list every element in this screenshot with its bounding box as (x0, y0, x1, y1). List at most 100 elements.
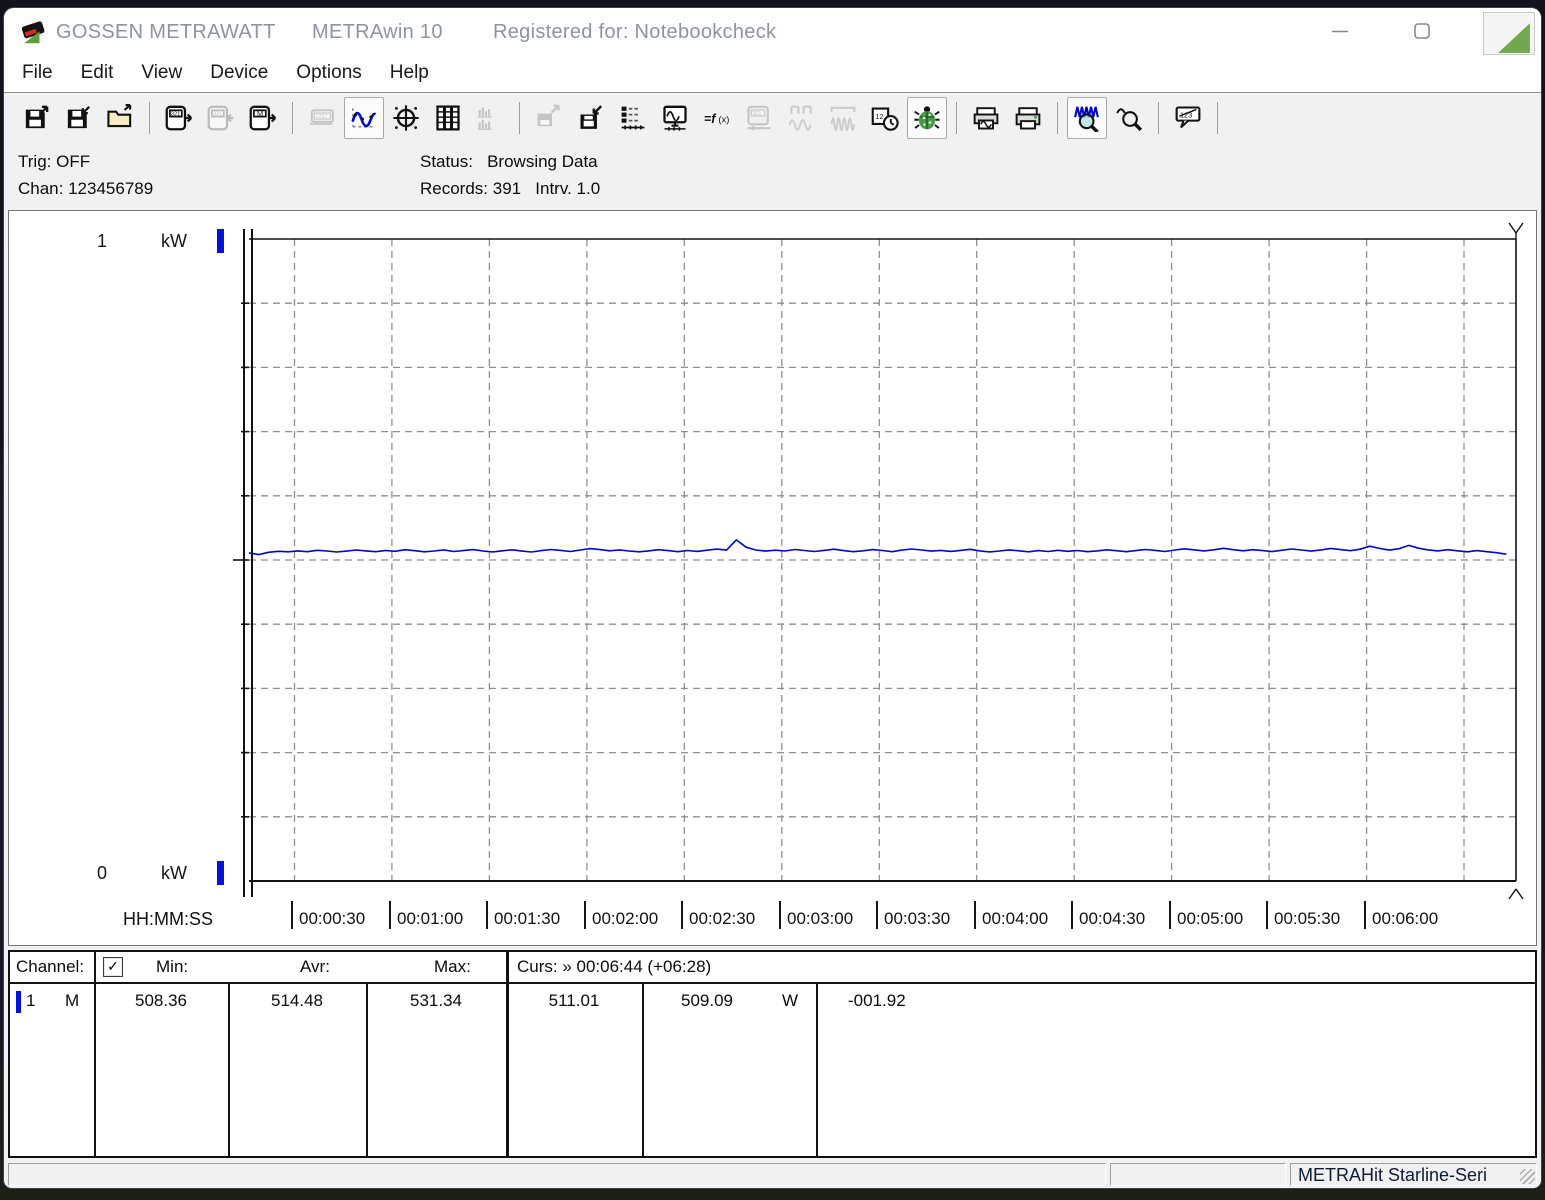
green-triangle-logo-icon (1498, 23, 1530, 53)
save-icon (22, 104, 50, 132)
menu-bar: File Edit View Device Options Help (4, 54, 1541, 93)
cell-min: 508.36 (135, 991, 187, 1010)
read-device-memory-icon: 321 (165, 104, 193, 132)
title-registration: Registered for: Notebookcheck (493, 21, 777, 43)
title-bar[interactable]: GOSSEN METRAWATT METRAwin 10 Registered … (4, 8, 1541, 54)
header-min: Min: (156, 957, 189, 976)
open-file-button[interactable] (100, 97, 140, 139)
print-button[interactable] (1008, 97, 1048, 139)
device-settings-button[interactable]: 321 (739, 97, 779, 139)
yt-chart-view-icon (350, 104, 378, 132)
channel-list: Chan: 123456789 (18, 179, 154, 198)
analog-inputs-button[interactable] (781, 97, 821, 139)
header-max: Max: (434, 957, 471, 976)
maximize-button[interactable] (1399, 10, 1445, 52)
x-tick-label: 00:02:30 (681, 901, 755, 929)
channel-visible-checkbox[interactable]: ✓ (103, 957, 123, 977)
open-file-icon (106, 103, 134, 132)
menu-item-edit[interactable]: Edit (67, 54, 128, 92)
cell-cursor1-value: 511.01 (548, 991, 600, 1010)
title-app-name: METRAwin 10 (312, 21, 443, 43)
resize-grip[interactable] (1520, 1169, 1535, 1184)
x-tick-label: 00:02:00 (584, 901, 658, 929)
x-tick-label: 00:04:00 (974, 901, 1048, 929)
time-settings-icon: 12 (871, 104, 899, 132)
menu-item-help[interactable]: Help (376, 54, 443, 92)
toolbar-separator (1217, 101, 1218, 134)
cell-cursor-delta: -001.92 (848, 991, 906, 1010)
xy-view-icon (392, 104, 420, 132)
svg-text:321: 321 (213, 111, 223, 117)
svg-text:12: 12 (876, 114, 884, 121)
x-tick-label: 00:06:00 (1364, 901, 1438, 929)
cell-channel-mode: M (65, 991, 80, 1010)
table-view-icon (434, 104, 462, 132)
minimize-icon (1332, 30, 1348, 33)
y-axis-max-label: 1 (97, 231, 108, 251)
read-device-memory-button[interactable]: 321 (159, 97, 199, 139)
chart-panel: 1 kW 0 kW HH:MM:SS 00:00:30 00:01:00 00:01… (8, 210, 1537, 946)
maximize-icon (1414, 23, 1430, 39)
annotations-button[interactable]: 123 (1168, 97, 1208, 139)
toolbar-separator (519, 101, 520, 134)
x-tick-label: 00:05:00 (1169, 901, 1243, 929)
toolbar-separator (956, 101, 957, 134)
monitor-view-button[interactable] (655, 97, 695, 139)
app-window: GOSSEN METRAWATT METRAwin 10 Registered … (4, 8, 1541, 1188)
xy-view-button[interactable] (386, 97, 426, 139)
menu-item-view[interactable]: View (127, 54, 196, 92)
brand-corner-panel (1483, 12, 1535, 55)
channel-settings-button[interactable] (613, 97, 653, 139)
debug-mode-icon (913, 104, 941, 132)
x-tick-label: 00:05:30 (1266, 901, 1340, 929)
export-data-button[interactable] (529, 97, 569, 139)
channel-color-marker-top (217, 229, 224, 253)
minimize-button[interactable] (1317, 10, 1363, 52)
time-settings-button[interactable]: 12 (865, 97, 905, 139)
device-settings-icon: 321 (745, 104, 773, 132)
histogram-view-button[interactable] (470, 97, 510, 139)
import-data-button[interactable] (571, 97, 611, 139)
envelope-mode-button[interactable] (823, 97, 863, 139)
channel-settings-icon (619, 104, 647, 132)
chart-plot-svg (233, 222, 1524, 900)
menu-item-device[interactable]: Device (196, 54, 282, 92)
analog-inputs-icon (787, 104, 815, 132)
save-as-button[interactable] (58, 97, 98, 139)
yt-chart-view-button[interactable] (344, 96, 384, 139)
channel-color-marker-bottom (217, 861, 224, 885)
print-preview-button[interactable] (966, 97, 1006, 139)
menu-item-options[interactable]: Options (282, 54, 375, 92)
numeric-display-icon: 1257 (308, 104, 336, 132)
gossen-metrawatt-logo-icon (21, 21, 45, 44)
cell-max: 531.34 (410, 991, 462, 1010)
cell-cursor2-value: 509.09 (681, 991, 733, 1010)
toolbar: 321 321 M 1257 =f (x) 321 12 123 (4, 93, 1541, 142)
title-brand: GOSSEN METRAWATT (56, 21, 276, 43)
save-button[interactable] (16, 97, 56, 139)
zoom-mode-icon (1073, 104, 1101, 132)
debug-mode-button[interactable] (907, 96, 947, 139)
channel-stats-table: Channel: ✓ Min: Avr: Max: Curs: » 00:06:… (8, 950, 1537, 1158)
x-tick-label: 00:01:00 (389, 901, 463, 929)
statusbar-aux-panel (1110, 1163, 1286, 1186)
write-device-button[interactable]: 321 (201, 97, 241, 139)
channel-row-marker (16, 991, 21, 1013)
cell-channel-number: 1 (26, 991, 36, 1010)
envelope-mode-icon (829, 104, 857, 132)
numeric-display-button[interactable]: 1257 (302, 97, 342, 139)
y-axis-unit-top: kW (161, 231, 187, 251)
toolbar-separator (1158, 101, 1159, 134)
zoom-mode-button[interactable] (1067, 96, 1107, 139)
print-icon (1014, 104, 1042, 132)
zoom-out-button[interactable] (1109, 97, 1149, 139)
y-axis-min-label: 0 (97, 863, 108, 883)
save-as-icon (64, 104, 92, 132)
menu-item-file[interactable]: File (8, 54, 67, 92)
browse-status: Status: Browsing Data (420, 152, 598, 171)
status-bar: METRAHit Starline-Seri (4, 1161, 1541, 1188)
table-view-button[interactable] (428, 97, 468, 139)
toolbar-separator (1057, 101, 1058, 134)
formula-button[interactable]: =f (x) (697, 97, 737, 139)
read-multimeter-button[interactable]: M (243, 97, 283, 139)
